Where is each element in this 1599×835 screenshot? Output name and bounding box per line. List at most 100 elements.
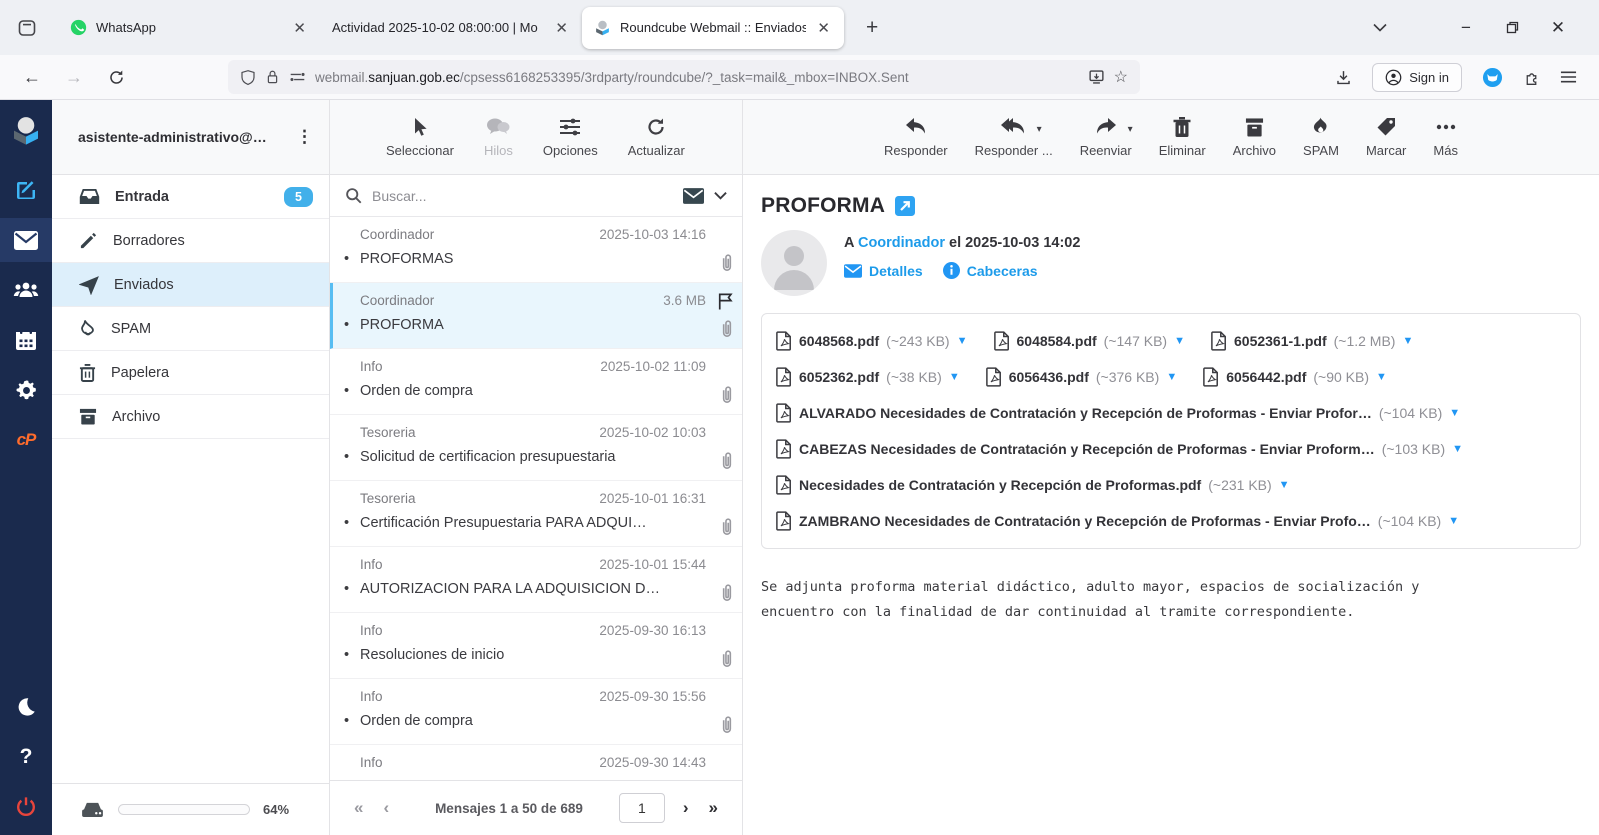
attachment-menu-caret-icon[interactable]: ▼	[949, 372, 960, 383]
attachment-menu-caret-icon[interactable]: ▼	[1174, 336, 1185, 347]
attachment-menu-caret-icon[interactable]: ▼	[1448, 516, 1459, 527]
options-button[interactable]: Opciones	[543, 117, 598, 158]
shield-icon[interactable]	[240, 69, 256, 86]
spam-button[interactable]: SPAM	[1303, 117, 1339, 158]
page-number-input[interactable]: 1	[619, 793, 665, 823]
calendar-nav-button[interactable]	[0, 318, 52, 362]
attachment-item[interactable]: 6052362.pdf (~38 KB) ▼	[776, 367, 960, 387]
flag-icon[interactable]	[717, 293, 735, 310]
dark-mode-moon-icon[interactable]	[0, 685, 52, 729]
more-button[interactable]: Más	[1433, 117, 1458, 158]
message-row[interactable]: Info 2025-09-30 15:56 • Orden de compra	[330, 679, 742, 745]
reply-all-button[interactable]: ▾ Responder ...	[975, 117, 1053, 158]
compose-button[interactable]	[0, 168, 52, 212]
folder-item[interactable]: Borradores	[52, 219, 329, 263]
settings-nav-button[interactable]	[0, 368, 52, 412]
prev-page-button[interactable]: ‹	[373, 798, 399, 818]
headers-link[interactable]: Cabeceras	[943, 262, 1038, 279]
attachment-item[interactable]: 6052361-1.pdf (~1.2 MB) ▼	[1211, 331, 1413, 351]
refresh-button[interactable]: Actualizar	[628, 117, 685, 158]
message-row[interactable]: Info 2025-09-30 16:13 • Resoluciones de …	[330, 613, 742, 679]
new-tab-button[interactable]: +	[860, 16, 884, 40]
folder-item[interactable]: SPAM	[52, 307, 329, 351]
url-text[interactable]: webmail.sanjuan.gob.ec/cpsess6168253395/…	[315, 70, 1079, 85]
last-page-button[interactable]: »	[699, 798, 728, 818]
details-link[interactable]: Detalles	[844, 263, 923, 279]
tab-list-chevron-icon[interactable]	[1357, 8, 1403, 48]
downloads-icon[interactable]	[1335, 69, 1352, 86]
attachment-menu-caret-icon[interactable]: ▼	[957, 336, 968, 347]
reply-all-caret-icon[interactable]: ▾	[1037, 124, 1042, 135]
message-row[interactable]: Tesoreria 2025-10-02 10:03 • Solicitud d…	[330, 415, 742, 481]
attachment-item[interactable]: CABEZAS Necesidades de Contratación y Re…	[776, 439, 1463, 459]
open-in-new-window-icon[interactable]	[895, 196, 915, 216]
permissions-icon[interactable]	[289, 70, 306, 84]
tab-close-icon[interactable]: ✕	[291, 19, 308, 37]
mark-button[interactable]: Marcar	[1366, 117, 1406, 158]
contacts-nav-button[interactable]	[0, 268, 52, 312]
cpanel-button[interactable]: cP	[0, 418, 52, 462]
message-row[interactable]: Tesoreria 2025-10-01 16:31 • Certificaci…	[330, 481, 742, 547]
search-bar[interactable]: Buscar...	[330, 175, 742, 217]
roundcube-logo[interactable]	[10, 114, 42, 146]
message-row[interactable]: Info 2025-10-01 15:44 • AUTORIZACION PAR…	[330, 547, 742, 613]
folder-item[interactable]: Papelera	[52, 351, 329, 395]
back-button[interactable]: ←	[16, 61, 48, 93]
bookmark-star-icon[interactable]: ☆	[1114, 67, 1128, 87]
attachment-menu-caret-icon[interactable]: ▼	[1166, 372, 1177, 383]
attachment-item[interactable]: Necesidades de Contratación y Recepción …	[776, 475, 1290, 495]
menu-hamburger-icon[interactable]	[1560, 70, 1577, 84]
tab-close-icon[interactable]: ✕	[815, 19, 832, 37]
folder-item[interactable]: Enviados	[52, 263, 329, 307]
firefox-view-icon[interactable]	[10, 11, 44, 45]
archive-button[interactable]: Archivo	[1233, 117, 1276, 158]
message-row[interactable]: Info 2025-10-02 11:09 • Orden de compra	[330, 349, 742, 415]
select-button[interactable]: Seleccionar	[386, 117, 454, 158]
next-page-button[interactable]: ›	[673, 798, 699, 818]
folder-item[interactable]: Entrada 5	[52, 175, 329, 219]
attachment-item[interactable]: 6056436.pdf (~376 KB) ▼	[986, 367, 1178, 387]
tab-close-icon[interactable]: ✕	[553, 19, 570, 37]
account-menu-kebab-icon[interactable]: ⋮	[288, 127, 321, 147]
first-page-button[interactable]: «	[344, 798, 373, 818]
message-row[interactable]: Coordinador 2025-10-03 14:16 • PROFORMAS	[330, 217, 742, 283]
browser-tab[interactable]: Roundcube Webmail :: Enviados ✕	[582, 7, 844, 49]
recipient-link[interactable]: Coordinador	[858, 235, 945, 251]
delete-button[interactable]: Eliminar	[1159, 117, 1206, 158]
save-page-icon[interactable]	[1088, 69, 1105, 85]
close-window-button[interactable]: ✕	[1535, 8, 1581, 48]
minimize-button[interactable]: −	[1443, 8, 1489, 48]
attachment-item[interactable]: ZAMBRANO Necesidades de Contratación y R…	[776, 511, 1459, 531]
extension-fox-icon[interactable]	[1482, 67, 1503, 88]
attachment-menu-caret-icon[interactable]: ▼	[1279, 480, 1290, 491]
logout-power-button[interactable]	[0, 785, 52, 829]
attachment-menu-caret-icon[interactable]: ▼	[1402, 336, 1413, 347]
attachment-item[interactable]: 6056442.pdf (~90 KB) ▼	[1203, 367, 1387, 387]
search-options-chevron-icon[interactable]	[714, 191, 727, 200]
restore-button[interactable]	[1489, 8, 1535, 48]
reply-button[interactable]: Responder	[884, 117, 948, 158]
attachment-item[interactable]: ALVARADO Necesidades de Contratación y R…	[776, 403, 1460, 423]
url-bar[interactable]: webmail.sanjuan.gob.ec/cpsess6168253395/…	[228, 60, 1140, 94]
help-button[interactable]: ?	[0, 735, 52, 779]
attachment-menu-caret-icon[interactable]: ▼	[1449, 408, 1460, 419]
search-scope-mail-icon[interactable]	[683, 188, 704, 204]
reload-button[interactable]	[100, 61, 132, 93]
forward-caret-icon[interactable]: ▾	[1128, 124, 1133, 135]
attachment-item[interactable]: 6048584.pdf (~147 KB) ▼	[994, 331, 1186, 351]
message-row[interactable]: Coordinador 3.6 MB • PROFORMA	[330, 283, 742, 349]
sign-in-button[interactable]: Sign in	[1372, 63, 1462, 92]
forward-button[interactable]: →	[58, 61, 90, 93]
mail-nav-button[interactable]	[0, 218, 52, 262]
threads-button[interactable]: Hilos	[484, 117, 513, 158]
browser-tab[interactable]: Actividad 2025-10-02 08:00:00 | Mo ✕	[320, 7, 582, 49]
extensions-puzzle-icon[interactable]	[1523, 69, 1540, 86]
attachment-menu-caret-icon[interactable]: ▼	[1452, 444, 1463, 455]
attachment-item[interactable]: 6048568.pdf (~243 KB) ▼	[776, 331, 968, 351]
browser-tab[interactable]: WhatsApp ✕	[58, 7, 320, 49]
lock-icon[interactable]	[265, 69, 280, 85]
forward-button[interactable]: ▾ Reenviar	[1080, 117, 1132, 158]
folder-item[interactable]: Archivo	[52, 395, 329, 439]
message-row[interactable]: Info 2025-09-30 14:43	[330, 745, 742, 780]
attachment-menu-caret-icon[interactable]: ▼	[1376, 372, 1387, 383]
